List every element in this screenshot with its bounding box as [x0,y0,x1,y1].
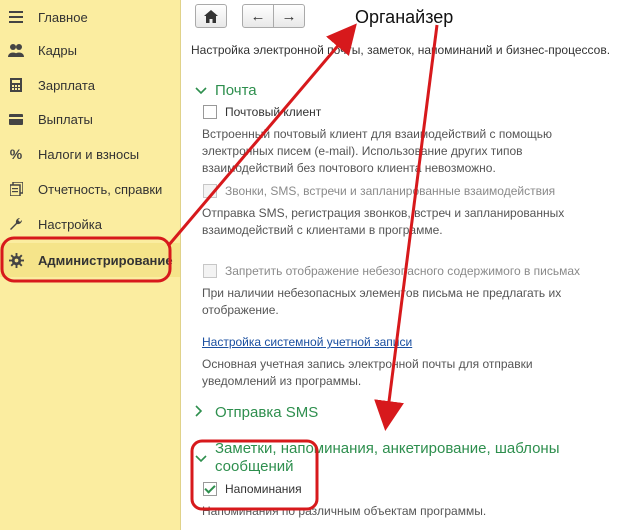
percent-icon: % [9,146,23,162]
section-sms-title: Отправка SMS [215,404,319,421]
gear-icon [8,252,24,268]
unsafe-content-hint: При наличии небезопасных элементов письм… [202,285,622,319]
hint-line: Встроенный почтовый клиент для взаимодей… [202,127,553,141]
chevron-down-icon [195,82,209,98]
hint-line: электронных писем (e-mail). Использовани… [202,144,523,158]
system-account-link[interactable]: Настройка системной учетной записи [202,335,412,349]
wallet-icon [8,111,24,127]
sidebar-item-hr[interactable]: Кадры [0,33,180,67]
reminders-row[interactable]: Напоминания [203,482,302,496]
section-mail-title: Почта [215,82,257,99]
reminders-checkbox[interactable] [203,482,217,496]
sidebar-item-main[interactable]: Главное [0,0,180,34]
unsafe-content-checkbox[interactable] [203,264,217,278]
menu-icon [8,9,24,25]
hint-line: отображение. [202,303,279,317]
sidebar-item-administration[interactable]: Администрирование [0,243,180,277]
section-sms[interactable]: Отправка SMS [195,404,318,421]
hint-line: уведомлений из программы. [202,374,362,388]
sidebar-item-label: Кадры [38,42,77,58]
sidebar-item-taxes[interactable]: % Налоги и взносы [0,137,180,171]
sidebar-item-label: Администрирование [38,252,173,268]
section-notes[interactable]: Заметки, напоминания, анкетирование, шаб… [195,440,559,476]
hint-line: Отправка SMS, регистрация звонков, встре… [202,206,565,220]
mail-client-label: Почтовый клиент [225,105,322,119]
calls-row[interactable]: Звонки, SMS, встречи и запланированные в… [203,184,555,198]
mail-client-row[interactable]: Почтовый клиент [203,105,321,119]
mail-client-checkbox[interactable] [203,105,217,119]
sidebar-item-salary[interactable]: Зарплата [0,68,180,102]
reminders-hint: Напоминания по различным объектам програ… [202,504,487,518]
sidebar-item-label: Главное [38,9,88,25]
section-mail[interactable]: Почта [195,82,257,99]
page-description: Настройка электронной почты, заметок, на… [191,43,611,57]
sidebar-item-label: Настройка [38,216,102,232]
hint-line: взаимодействий без почтового клиента нев… [202,161,496,175]
chevron-down-icon [195,449,209,467]
sidebar-item-label: Отчетность, справки [38,181,163,197]
back-button[interactable]: ← [242,4,274,28]
people-icon [8,42,24,58]
calls-label: Звонки, SMS, встречи и запланированные в… [225,184,556,198]
sidebar-item-settings[interactable]: Настройка [0,207,180,241]
forward-arrow-icon: → [281,7,297,25]
hint-line: Основная учетная запись электронной почт… [202,357,533,371]
chevron-right-icon [195,404,209,420]
section-notes-title: Заметки, напоминания, анкетирование, шаб… [215,440,559,476]
sidebar-item-label: Выплаты [38,111,93,127]
reminders-label: Напоминания [225,482,302,496]
hint-line: При наличии небезопасных элементов письм… [202,286,562,300]
sidebar-item-label: Налоги и взносы [38,146,140,162]
unsafe-content-label: Запретить отображение небезопасного соде… [225,264,581,278]
sidebar-item-payments[interactable]: Выплаты [0,102,180,136]
calls-hint: Отправка SMS, регистрация звонков, встре… [202,205,622,239]
page-title: Органайзер [355,7,454,27]
forward-button[interactable]: → [273,4,305,28]
wrench-icon [8,216,24,232]
home-button[interactable] [195,4,227,28]
section-notes-title-line: сообщений [215,458,294,475]
home-icon [204,9,218,23]
content-area: ← → Органайзер Настройка электронной поч… [181,0,641,530]
unsafe-content-row[interactable]: Запретить отображение небезопасного соде… [203,264,580,278]
mail-client-hint: Встроенный почтовый клиент для взаимодей… [202,126,622,177]
sidebar: Главное Кадры Зарплата Выплаты % Налоги … [0,0,181,530]
section-notes-title-line: Заметки, напоминания, анкетирование, шаб… [215,440,560,457]
calculator-icon [8,77,24,93]
sidebar-item-label: Зарплата [38,77,95,93]
reports-icon [8,181,24,197]
back-arrow-icon: ← [250,7,266,25]
system-account-hint: Основная учетная запись электронной почт… [202,356,622,390]
sidebar-item-reports[interactable]: Отчетность, справки [0,172,180,206]
hint-line: взаимодействий с клиентами в программе. [202,223,443,237]
calls-checkbox[interactable] [203,184,217,198]
